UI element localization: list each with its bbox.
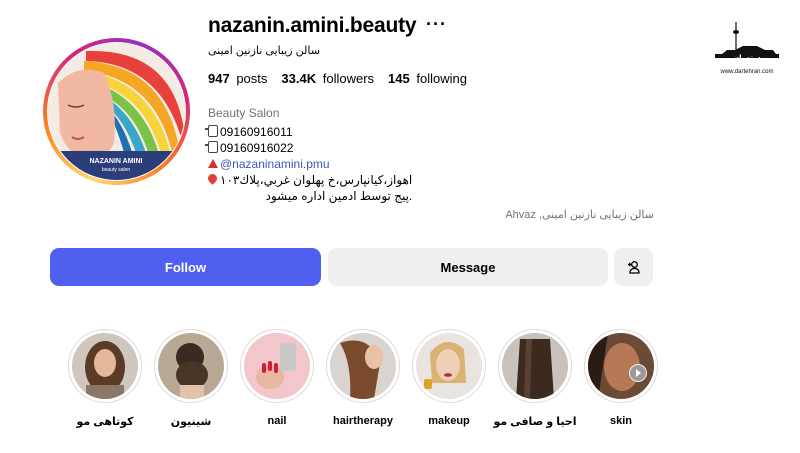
highlight-ring — [326, 329, 400, 403]
bio-phone-2-text: 09160916022 — [220, 141, 294, 155]
avatar-tag-text: beauty salon — [102, 167, 131, 173]
suggested-users-button[interactable] — [614, 248, 653, 286]
makeup-photo-icon — [416, 333, 482, 399]
highlight-ring — [68, 329, 142, 403]
bio-address: اهواز،کیانپارس،خ پهلوان غربي،پلاك۱۰۳ — [206, 172, 413, 188]
highlight-ring — [154, 329, 228, 403]
profile-full-name: سالن زیبایی نازنین امینی — [208, 45, 320, 57]
watermark-brand: درتهران — [733, 55, 761, 62]
highlight-item[interactable]: hairtherapy — [320, 329, 406, 428]
highlight-label: کوتاهی مو — [76, 416, 134, 428]
phone-icon — [205, 125, 218, 137]
profile-bio: Beauty Salon 09160916011 09160916022 @na… — [205, 105, 413, 204]
bio-link-line: @nazaninamini.pmu — [208, 156, 412, 172]
highlight-label: شینیون — [170, 416, 212, 428]
profile-stats: 947 posts 33.4K followers 145 following — [208, 71, 467, 86]
bio-phone-1: 09160916011 — [205, 124, 412, 140]
highlight-item[interactable]: makeup — [406, 329, 492, 428]
dartehran-watermark-logo: درتهران www.dartehran.com — [713, 20, 781, 80]
bio-note: .پیج توسط ادمین اداره میشود — [265, 189, 413, 203]
highlight-label: nail — [267, 415, 287, 427]
avatar-image: NAZANIN AMINI beauty salon — [48, 43, 185, 180]
profile-location[interactable]: سالن زیبایی نازنین امینی, Ahvaz — [505, 208, 654, 221]
follow-button[interactable]: Follow — [50, 248, 321, 286]
followers-label: followers — [322, 71, 375, 86]
highlight-ring — [240, 329, 314, 403]
highlight-item[interactable]: شینیون — [148, 329, 234, 428]
avatar-name-text: NAZANIN AMINI — [89, 158, 142, 165]
highlight-ring — [412, 329, 486, 403]
highlight-ring — [498, 329, 572, 403]
highlight-item[interactable]: skin — [578, 329, 664, 428]
profile-avatar[interactable]: NAZANIN AMINI beauty salon — [43, 38, 190, 185]
highlight-label: skin — [609, 415, 632, 427]
hairtherapy-photo-icon — [330, 333, 396, 399]
profile-username: nazanin.amini.beauty — [208, 14, 417, 37]
location-pin-icon — [206, 172, 219, 185]
message-button[interactable]: Message — [328, 248, 608, 286]
add-user-icon — [627, 261, 640, 274]
skin-photo-icon — [588, 333, 654, 399]
posts-count: 947 posts — [208, 71, 267, 86]
nail-photo-icon — [244, 333, 310, 399]
phone-icon — [205, 141, 218, 153]
highlight-label: احیا و صافی مو — [493, 416, 577, 428]
following-label: following — [416, 71, 467, 86]
highlight-label: makeup — [428, 415, 470, 427]
followers-count[interactable]: 33.4K followers — [281, 71, 374, 86]
posts-value: 947 — [208, 71, 230, 86]
highlight-label: hairtherapy — [333, 415, 393, 427]
highlight-item[interactable]: کوتاهی مو — [62, 329, 148, 428]
avatar-illustration: NAZANIN AMINI beauty salon — [48, 43, 185, 180]
following-count[interactable]: 145 following — [388, 71, 467, 86]
bio-address-text: اهواز،کیانپارس،خ پهلوان غربي،پلاك۱۰۳ — [220, 173, 413, 187]
bio-phone-2: 09160916022 — [205, 140, 412, 156]
red-triangle-icon — [208, 159, 218, 168]
story-highlights: کوتاهی مو شینیون nail hairtherapy makeup… — [62, 329, 664, 428]
haircut-photo-icon — [72, 333, 138, 399]
posts-label: posts — [236, 71, 268, 86]
highlight-ring — [584, 329, 658, 403]
highlight-item[interactable]: nail — [234, 329, 320, 428]
bio-phone-1-text: 09160916011 — [220, 125, 293, 139]
profile-category: Beauty Salon — [208, 106, 280, 120]
watermark-url: www.dartehran.com — [720, 69, 774, 75]
more-options-button[interactable]: ··· — [426, 14, 447, 35]
updo-photo-icon — [158, 333, 224, 399]
highlight-item[interactable]: احیا و صافی مو — [492, 329, 578, 428]
bio-mention-link[interactable]: @nazaninamini.pmu — [220, 157, 330, 171]
hair-straightening-photo-icon — [502, 333, 568, 399]
following-value: 145 — [388, 71, 410, 86]
followers-value: 33.4K — [281, 71, 317, 86]
